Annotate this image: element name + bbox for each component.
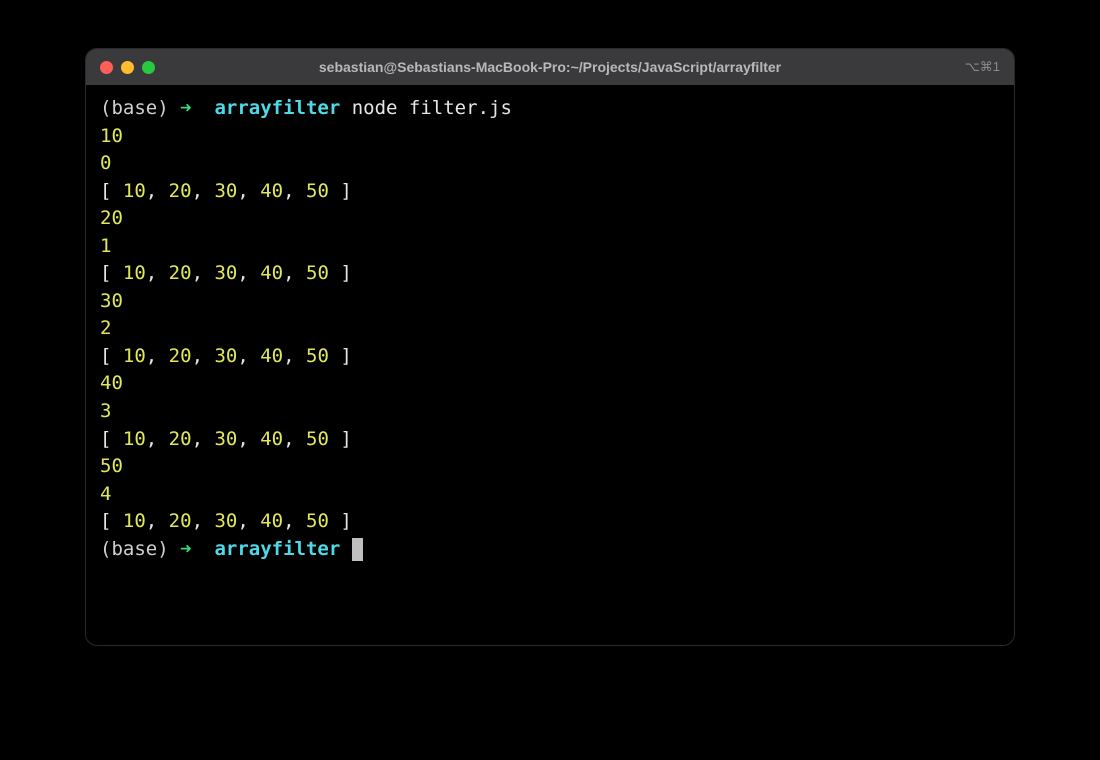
output-array: [ 10, 20, 30, 40, 50 ]: [100, 343, 1000, 371]
output-value: 10: [100, 123, 1000, 151]
output-value: 20: [100, 205, 1000, 233]
entered-command: node filter.js: [352, 97, 512, 119]
close-icon[interactable]: [100, 61, 113, 74]
output-array: [ 10, 20, 30, 40, 50 ]: [100, 426, 1000, 454]
output-array: [ 10, 20, 30, 40, 50 ]: [100, 260, 1000, 288]
terminal-body[interactable]: (base) ➜ arrayfilter node filter.js 100[…: [86, 85, 1014, 645]
maximize-icon[interactable]: [142, 61, 155, 74]
traffic-lights: [100, 61, 155, 74]
output-array: [ 10, 20, 30, 40, 50 ]: [100, 178, 1000, 206]
prompt-line: (base) ➜ arrayfilter: [100, 536, 1000, 564]
output-index: 2: [100, 315, 1000, 343]
prompt-dir: arrayfilter: [214, 97, 340, 119]
prompt-env: (base): [100, 97, 169, 119]
prompt-dir: arrayfilter: [214, 538, 340, 560]
prompt-arrow-icon: ➜: [180, 97, 191, 119]
minimize-icon[interactable]: [121, 61, 134, 74]
cursor-icon: [352, 538, 363, 561]
window-title: sebastian@Sebastians-MacBook-Pro:~/Proje…: [86, 59, 1014, 75]
tab-shortcut-indicator: ⌥⌘1: [965, 59, 1000, 75]
output-array: [ 10, 20, 30, 40, 50 ]: [100, 508, 1000, 536]
terminal-window: sebastian@Sebastians-MacBook-Pro:~/Proje…: [85, 48, 1015, 646]
output-index: 3: [100, 398, 1000, 426]
output-index: 4: [100, 481, 1000, 509]
prompt-line: (base) ➜ arrayfilter node filter.js: [100, 95, 1000, 123]
output-index: 1: [100, 233, 1000, 261]
command-output: 100[ 10, 20, 30, 40, 50 ]201[ 10, 20, 30…: [100, 123, 1000, 536]
title-bar[interactable]: sebastian@Sebastians-MacBook-Pro:~/Proje…: [86, 49, 1014, 85]
output-index: 0: [100, 150, 1000, 178]
output-value: 50: [100, 453, 1000, 481]
prompt-env: (base): [100, 538, 169, 560]
output-value: 40: [100, 370, 1000, 398]
output-value: 30: [100, 288, 1000, 316]
prompt-arrow-icon: ➜: [180, 538, 191, 560]
